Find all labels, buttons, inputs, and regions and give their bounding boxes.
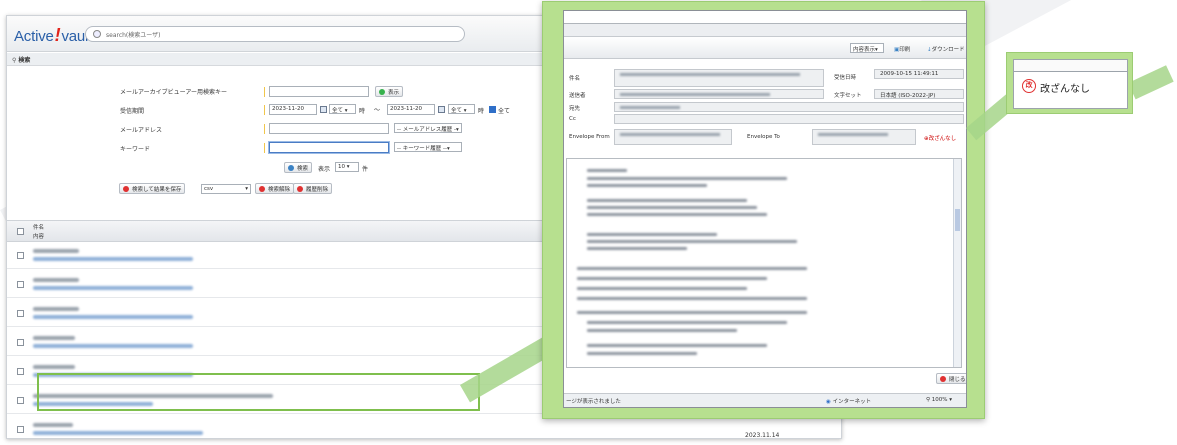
charset-select[interactable]: 日本語 (ISO-2022-JP) [874, 89, 964, 99]
hour-unit-label: 時 [478, 108, 485, 115]
date-from-input[interactable]: 2023-11-20 [269, 104, 317, 115]
save-icon [123, 186, 129, 192]
subject-field [614, 69, 824, 87]
result-row[interactable] [7, 417, 841, 438]
show-button[interactable]: 表示 [375, 86, 404, 97]
cc-field [614, 114, 964, 124]
envelope-from-field [614, 129, 732, 145]
to-field [614, 102, 964, 112]
print-button[interactable]: ▣印刷 [894, 45, 910, 53]
viewer-key-input[interactable] [269, 86, 369, 97]
row-checkbox[interactable] [17, 426, 24, 433]
callout-field [1014, 60, 1127, 72]
envelope-to-field [812, 129, 916, 145]
period-label: 受信期間 [120, 108, 145, 115]
selected-row-highlight [37, 373, 480, 411]
mail-viewer-popup: 内容表示▾ ▣印刷 ↓ダウンロード 件名 受信日時 2009-10-15 11:… [542, 1, 985, 419]
clear-icon [259, 186, 265, 192]
zoom-control[interactable]: ⚲ 100% ▾ [926, 397, 952, 403]
keyword-history-select[interactable]: -- キーワード履歴 --▾ [394, 142, 462, 152]
field-divider [264, 87, 265, 97]
search-icon [288, 165, 294, 171]
status-text: ージが表示されました [566, 399, 621, 405]
range-separator: ～ [374, 107, 381, 114]
scrollbar-thumb[interactable] [955, 209, 960, 231]
row-checkbox[interactable] [17, 339, 24, 346]
address-label: メールアドレス [120, 127, 163, 134]
select-all-checkbox[interactable] [17, 228, 24, 235]
hour-to-select[interactable]: 全て ▾ [448, 104, 475, 114]
display-count-unit: 件 [362, 166, 369, 173]
tamper-status-small: ⊕改ざんなし [924, 136, 957, 142]
view-mode-select[interactable]: 内容表示▾ [850, 43, 884, 53]
keyword-input[interactable] [269, 142, 389, 153]
mail-body[interactable] [566, 158, 962, 368]
field-divider [264, 143, 265, 153]
viewer-toolbar: 内容表示▾ ▣印刷 ↓ダウンロード [564, 37, 966, 59]
calendar-icon[interactable] [438, 106, 445, 113]
globe-icon: ◉ [826, 399, 831, 405]
display-count-label: 表示 [318, 166, 331, 173]
search-icon: ⚲ [12, 57, 17, 64]
subject-label: 件名 [569, 76, 581, 82]
search-user-icon [93, 30, 101, 38]
received-date-label: 受信日時 [834, 75, 857, 81]
viewer-status-bar: ージが表示されました ◉ インターネット ⚲ 100% ▾ [564, 393, 966, 407]
envelope-to-label: Envelope To [747, 134, 780, 140]
tamper-status-label: 改ざんなし [1040, 84, 1090, 95]
hour-unit-label: 時 [359, 108, 366, 115]
connector-arrow [1128, 65, 1174, 100]
viewer-titlebar [564, 11, 966, 24]
field-divider [264, 105, 265, 115]
column-subject[interactable]: 件名 [33, 223, 44, 231]
row-checkbox[interactable] [17, 310, 24, 317]
row-checkbox[interactable] [17, 397, 24, 404]
row-checkbox[interactable] [17, 281, 24, 288]
app-logo[interactable]: Active!vault [14, 25, 92, 46]
save-results-button[interactable]: 検索して結果を保存 [119, 183, 186, 194]
close-button[interactable]: 閉じる [936, 373, 966, 384]
keyword-label: キーワード [120, 146, 151, 153]
row-checkbox[interactable] [17, 368, 24, 375]
all-period-label: 全て [498, 108, 511, 115]
to-label: 宛先 [569, 106, 581, 112]
charset-label: 文字セット [834, 93, 862, 99]
all-period-checkbox[interactable] [489, 106, 496, 113]
download-button[interactable]: ↓ダウンロード [927, 45, 965, 53]
envelope-from-label: Envelope From [569, 134, 610, 140]
search-button[interactable]: 検索 [284, 162, 313, 173]
hour-from-select[interactable]: 全て ▾ [329, 104, 356, 114]
viewer-key-label: メールアーカイブビューアー用検索キー [120, 89, 228, 96]
from-label: 送信者 [569, 93, 586, 99]
cc-label: Cc [569, 116, 576, 122]
section-title: 検索 [18, 57, 31, 64]
field-divider [264, 124, 265, 134]
zoom-callout: 改 改ざんなし [1006, 52, 1133, 114]
address-input[interactable] [269, 123, 389, 134]
mail-body-scrollbar[interactable] [953, 159, 961, 367]
callout-panel: 改 改ざんなし [1013, 59, 1128, 109]
display-count-select[interactable]: 10 ▾ [335, 162, 359, 172]
received-date-field: 2009-10-15 11:49:11 [874, 69, 964, 79]
address-history-select[interactable]: -- メールアドレス履歴 -▾ [394, 123, 462, 133]
row-checkbox[interactable] [17, 252, 24, 259]
header-search-input[interactable]: search(検索ユーザ) [85, 26, 465, 42]
mail-viewer-window: 内容表示▾ ▣印刷 ↓ダウンロード 件名 受信日時 2009-10-15 11:… [563, 10, 967, 408]
date-to-input[interactable]: 2023-11-20 [387, 104, 435, 115]
viewer-menubar [564, 24, 966, 37]
show-icon [379, 89, 385, 95]
column-body[interactable]: 内容 [33, 232, 44, 240]
from-field [614, 89, 824, 99]
row-date: 2023.11.14 [745, 432, 780, 439]
delete-icon [297, 186, 303, 192]
clear-search-button[interactable]: 検索解除 [255, 183, 295, 194]
delete-history-button[interactable]: 履歴削除 [293, 183, 333, 194]
calendar-icon[interactable] [320, 106, 327, 113]
tamper-check-icon: 改 [1022, 79, 1036, 93]
zoom-icon: ⚲ [926, 397, 931, 403]
close-icon [940, 376, 946, 382]
export-format-select[interactable]: csv ▾ [201, 184, 251, 194]
zone-indicator: ◉ インターネット [826, 399, 872, 405]
